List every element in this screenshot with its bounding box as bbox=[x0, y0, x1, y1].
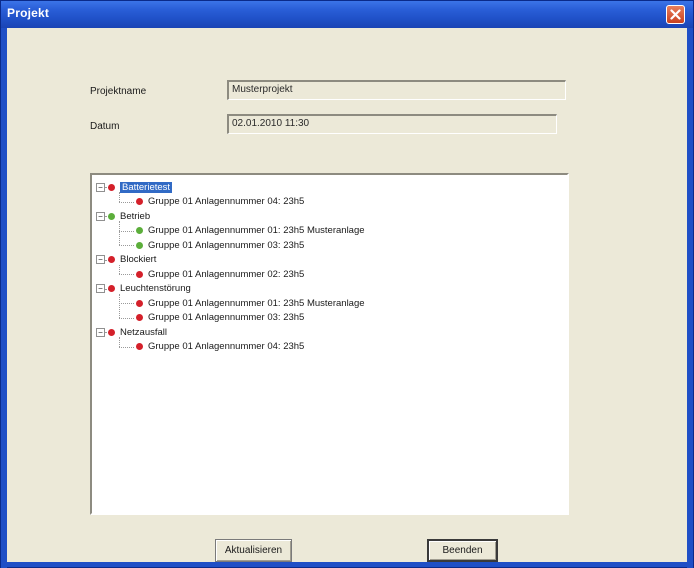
tree-connector bbox=[119, 293, 120, 318]
tree-connector bbox=[119, 230, 134, 232]
tree-group-label: Blockiert bbox=[120, 254, 157, 265]
tree-child-node[interactable]: Gruppe 01 Anlagennummer 03: 23h5 bbox=[136, 238, 304, 252]
tree-connector bbox=[119, 317, 134, 319]
tree-expander-icon[interactable]: − bbox=[96, 327, 105, 337]
status-dot-icon bbox=[136, 241, 143, 249]
status-dot-icon bbox=[108, 183, 115, 191]
status-dot-icon bbox=[136, 314, 143, 321]
status-dot-icon bbox=[108, 256, 115, 263]
tree-expander-icon[interactable]: − bbox=[96, 211, 105, 221]
status-dot-icon bbox=[136, 270, 143, 278]
tree-group-label: Netzausfall bbox=[120, 326, 167, 338]
status-dot-icon bbox=[108, 212, 115, 220]
status-dot-icon bbox=[136, 343, 143, 350]
tree-connector bbox=[119, 346, 134, 348]
tree-connector bbox=[119, 274, 134, 275]
tree-child-node[interactable]: Gruppe 01 Anlagennummer 04: 23h5 bbox=[136, 340, 304, 354]
tree-child-node[interactable]: Gruppe 01 Anlagennummer 01: 23h5 Mustera… bbox=[136, 224, 365, 238]
tree-child-label: Gruppe 01 Anlagennummer 02: 23h5 bbox=[148, 268, 305, 280]
title-bar[interactable]: Projekt bbox=[1, 1, 693, 28]
tree-child-label: Gruppe 01 Anlagennummer 04: 23h5 bbox=[148, 196, 305, 207]
project-name-field[interactable]: Musterprojekt bbox=[227, 80, 566, 100]
tree-connector bbox=[119, 221, 120, 245]
tree-group-node[interactable]: Leuchtenstörung bbox=[108, 282, 191, 296]
status-dot-icon bbox=[136, 299, 143, 307]
tree-child-node[interactable]: Gruppe 01 Anlagennummer 04: 23h5 bbox=[136, 195, 304, 209]
window-border-left bbox=[1, 28, 7, 568]
date-field[interactable]: 02.01.2010 11:30 bbox=[227, 114, 557, 134]
tree-group-label: Betrieb bbox=[120, 210, 151, 222]
tree-expander-icon[interactable]: − bbox=[96, 255, 105, 264]
tree-connector bbox=[119, 192, 120, 202]
tree-connector bbox=[119, 245, 134, 246]
close-icon bbox=[670, 9, 681, 20]
tree-group-label: Batterietest bbox=[120, 181, 173, 193]
tree-child-label: Gruppe 01 Anlagennummer 03: 23h5 bbox=[148, 239, 305, 251]
window-border-right bbox=[687, 28, 693, 568]
close-button[interactable] bbox=[666, 5, 685, 24]
status-dot-icon bbox=[136, 227, 143, 234]
tree-child-node[interactable]: Gruppe 01 Anlagennummer 03: 23h5 bbox=[136, 311, 304, 325]
tree-expander-icon[interactable]: − bbox=[96, 284, 105, 293]
tree-group-node[interactable]: Netzausfall bbox=[108, 325, 167, 339]
project-name-label: Projektname bbox=[90, 86, 147, 97]
tree-child-label: Gruppe 01 Anlagennummer 04: 23h5 bbox=[148, 341, 305, 352]
tree-connector bbox=[119, 264, 120, 274]
tree-connector bbox=[119, 337, 120, 347]
date-label: Datum bbox=[90, 121, 120, 132]
project-dialog: Projekt Projektname Musterprojekt Datum … bbox=[0, 0, 694, 568]
tree-connector bbox=[119, 303, 134, 304]
close-dialog-button[interactable]: Beenden bbox=[427, 539, 498, 562]
tree-expander-icon[interactable]: − bbox=[96, 182, 105, 192]
tree-child-node[interactable]: Gruppe 01 Anlagennummer 02: 23h5 bbox=[136, 267, 304, 281]
tree-group-node[interactable]: Batterietest bbox=[108, 180, 173, 194]
status-dot-icon bbox=[136, 198, 143, 205]
window-title: Projekt bbox=[7, 6, 50, 20]
status-dot-icon bbox=[108, 285, 115, 292]
tree-group-label: Leuchtenstörung bbox=[120, 283, 191, 294]
refresh-button[interactable]: Aktualisieren bbox=[215, 539, 292, 562]
tree-child-node[interactable]: Gruppe 01 Anlagennummer 01: 23h5 Mustera… bbox=[136, 296, 365, 310]
tree-child-label: Gruppe 01 Anlagennummer 03: 23h5 bbox=[148, 312, 305, 323]
status-tree[interactable]: − Batterietest Gruppe 01 Anlagennummer 04:… bbox=[90, 173, 569, 515]
window-border-bottom bbox=[1, 562, 693, 567]
tree-child-label: Gruppe 01 Anlagennummer 01: 23h5 Mustera… bbox=[148, 225, 365, 236]
status-dot-icon bbox=[108, 328, 115, 336]
tree-connector bbox=[119, 201, 134, 203]
tree-group-node[interactable]: Blockiert bbox=[108, 253, 156, 267]
tree-child-label: Gruppe 01 Anlagennummer 01: 23h5 Mustera… bbox=[148, 297, 365, 309]
tree-group-node[interactable]: Betrieb bbox=[108, 209, 150, 223]
